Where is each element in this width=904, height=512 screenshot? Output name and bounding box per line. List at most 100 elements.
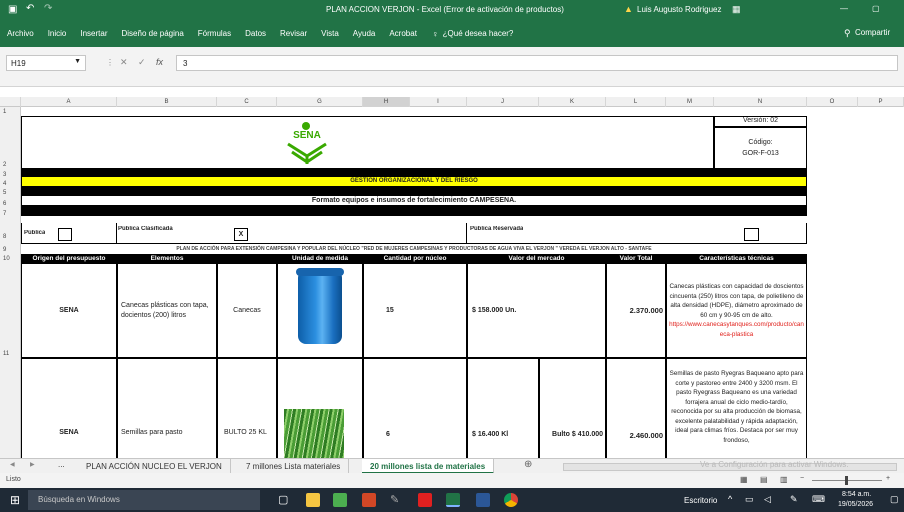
row1-unidad-text: Canecas: [233, 307, 261, 314]
taskbar-search[interactable]: Búsqueda en Windows: [28, 490, 260, 510]
header-logo-block: [21, 116, 714, 169]
row2-caracteristicas[interactable]: Semillas de pasto Ryegras Baqueano apto …: [666, 358, 807, 458]
sheet-tab-7-millones[interactable]: 7 millones Lista materiales: [238, 459, 350, 474]
row2-total[interactable]: 2.460.000: [606, 358, 666, 458]
pen-icon[interactable]: ✎: [790, 494, 798, 505]
ribbon-display-icon[interactable]: ▦: [732, 4, 741, 15]
sheet-tab-20-millones[interactable]: 20 millones lista de materiales: [362, 459, 495, 474]
tab-inicio[interactable]: Inicio: [41, 29, 74, 38]
tab-vista[interactable]: Vista: [314, 29, 346, 38]
chevron-down-icon[interactable]: ▼: [74, 58, 81, 65]
enter-icon[interactable]: ✓: [138, 57, 146, 68]
notifications-icon[interactable]: ▢: [890, 494, 899, 505]
excel-icon[interactable]: [446, 493, 460, 507]
yellow-band-4[interactable]: GESTIÓN ORGANIZACIONAL Y DEL RIESGO: [21, 177, 807, 186]
sheet-nav-next[interactable]: ▶: [30, 461, 35, 468]
share-button[interactable]: Compartir: [855, 28, 890, 37]
row1-caracteristicas[interactable]: Canecas plásticas con capacidad de dosci…: [666, 263, 807, 358]
add-sheet-button[interactable]: ⊕: [524, 459, 532, 470]
app-green-icon[interactable]: [333, 493, 347, 507]
tab-acrobat[interactable]: Acrobat: [382, 29, 424, 38]
row1-valor[interactable]: $ 158.000 Un.: [467, 263, 606, 358]
minimize-button[interactable]: —: [840, 4, 848, 13]
row1-link[interactable]: https://www.canecasytanques.com/producto…: [669, 320, 804, 339]
tab-archivo[interactable]: Archivo: [0, 29, 41, 38]
tab-insertar[interactable]: Insertar: [73, 29, 114, 38]
hdr-total[interactable]: Valor Total: [606, 254, 666, 263]
clock-time[interactable]: 8:54 a.m.: [842, 491, 871, 498]
fx-icon[interactable]: fx: [156, 57, 163, 67]
sheet-grid[interactable]: SENA Versión: 02 Código: GOR-F-013 GESTI…: [0, 106, 904, 458]
clock-date[interactable]: 19/05/2026: [838, 501, 873, 508]
paint-icon[interactable]: ✎: [390, 493, 399, 506]
windows-start-icon[interactable]: ⊞: [10, 493, 20, 507]
hdr-elementos[interactable]: Elementos: [117, 254, 217, 263]
hdr-origen[interactable]: Origen del presupuesto: [21, 254, 117, 263]
undo-icon[interactable]: ↶: [26, 3, 34, 14]
formula-input[interactable]: 3: [176, 55, 898, 71]
row2-cantidad[interactable]: 6: [363, 358, 467, 458]
word-icon[interactable]: [476, 493, 490, 507]
page-layout-icon[interactable]: ▤: [760, 475, 768, 484]
tab-datos[interactable]: Datos: [238, 29, 273, 38]
keyboard-icon[interactable]: ⌨: [812, 494, 825, 505]
blue-barrel-image[interactable]: [296, 268, 344, 344]
row1-origen[interactable]: SENA: [21, 263, 117, 358]
formula-value: 3: [183, 59, 188, 68]
normal-view-icon[interactable]: ▦: [740, 475, 748, 484]
name-box[interactable]: H19 ▼: [6, 55, 86, 71]
plan-cell[interactable]: PLAN DE ACCIÓN PARA EXTENSIÓN CAMPESINA …: [21, 244, 807, 254]
save-icon[interactable]: ▣: [8, 4, 17, 15]
row2-elemento[interactable]: Semillas para pasto: [117, 358, 217, 458]
task-view-icon[interactable]: ▢: [278, 493, 288, 506]
row1-unidad-cell[interactable]: Canecas: [217, 263, 277, 358]
user-name[interactable]: Luis Augusto Rodriguez: [637, 5, 722, 14]
version-cell[interactable]: Versión: 02: [714, 116, 807, 127]
hdr-cantidad[interactable]: Cantidad por núcleo: [363, 254, 467, 263]
zoom-slider[interactable]: [812, 476, 882, 485]
network-icon[interactable]: ▭: [745, 494, 754, 505]
sheet-tab-plan[interactable]: PLAN ACCIÓN NUCLEO EL VERJON: [78, 459, 231, 474]
page-break-icon[interactable]: ▥: [780, 475, 788, 484]
powerpoint-icon[interactable]: [362, 493, 376, 507]
row2-origen[interactable]: SENA: [21, 358, 117, 458]
acrobat-icon[interactable]: [418, 493, 432, 507]
row1-cantidad[interactable]: 15: [363, 263, 467, 358]
sheet-nav-more[interactable]: ...: [58, 460, 65, 469]
share-icon[interactable]: ⚲: [844, 28, 851, 39]
tab-formulas[interactable]: Fórmulas: [191, 29, 238, 38]
hdr-valor[interactable]: Valor del mercado: [467, 254, 606, 263]
tray-chevron-icon[interactable]: ^: [728, 494, 732, 504]
hdr-caracteristicas[interactable]: Características técnicas: [666, 254, 807, 263]
row1-image-cell[interactable]: [277, 263, 363, 358]
chrome-icon[interactable]: [504, 493, 518, 507]
maximize-button[interactable]: ▢: [872, 4, 880, 13]
row8-border-a: [21, 223, 117, 244]
format-title-cell[interactable]: Formato equipos e insumos de fortalecimi…: [21, 195, 807, 206]
hdr-unidad[interactable]: Unidad de medida: [277, 254, 363, 263]
row2-image-cell[interactable]: [277, 358, 363, 458]
tab-diseno[interactable]: Diseño de página: [115, 29, 191, 38]
row2-unidad-cell[interactable]: BULTO 25 KL: [217, 358, 277, 458]
volume-icon[interactable]: ◁: [764, 494, 771, 505]
row1-elemento[interactable]: Canecas plásticas con tapa, docientos (2…: [117, 263, 217, 358]
desktop-label[interactable]: Escritorio: [684, 496, 717, 505]
grass-image[interactable]: [284, 409, 344, 458]
row2-valor[interactable]: $ 16.400 Kl: [467, 358, 539, 458]
row2-valor2[interactable]: Bulto $ 410.000: [539, 358, 606, 458]
file-explorer-icon[interactable]: [306, 493, 320, 507]
code-cell[interactable]: Código: GOR-F-013: [714, 127, 807, 169]
tab-revisar[interactable]: Revisar: [273, 29, 314, 38]
black-band-7: [21, 206, 807, 216]
row1-total[interactable]: 2.370.000: [606, 263, 666, 358]
sena-logo-text: SENA: [293, 130, 321, 141]
tab-ayuda[interactable]: Ayuda: [346, 29, 383, 38]
cancel-icon[interactable]: ✕: [120, 57, 128, 68]
tell-me-input[interactable]: ¿Qué desea hacer?: [443, 29, 514, 38]
more-options-icon[interactable]: ⋮: [106, 58, 114, 67]
redo-icon[interactable]: ↷: [44, 3, 52, 14]
zoom-in-button[interactable]: +: [886, 475, 890, 482]
zoom-slider-thumb[interactable]: [845, 476, 848, 485]
sheet-nav-prev[interactable]: ◀: [10, 461, 15, 468]
zoom-out-button[interactable]: −: [800, 475, 804, 482]
